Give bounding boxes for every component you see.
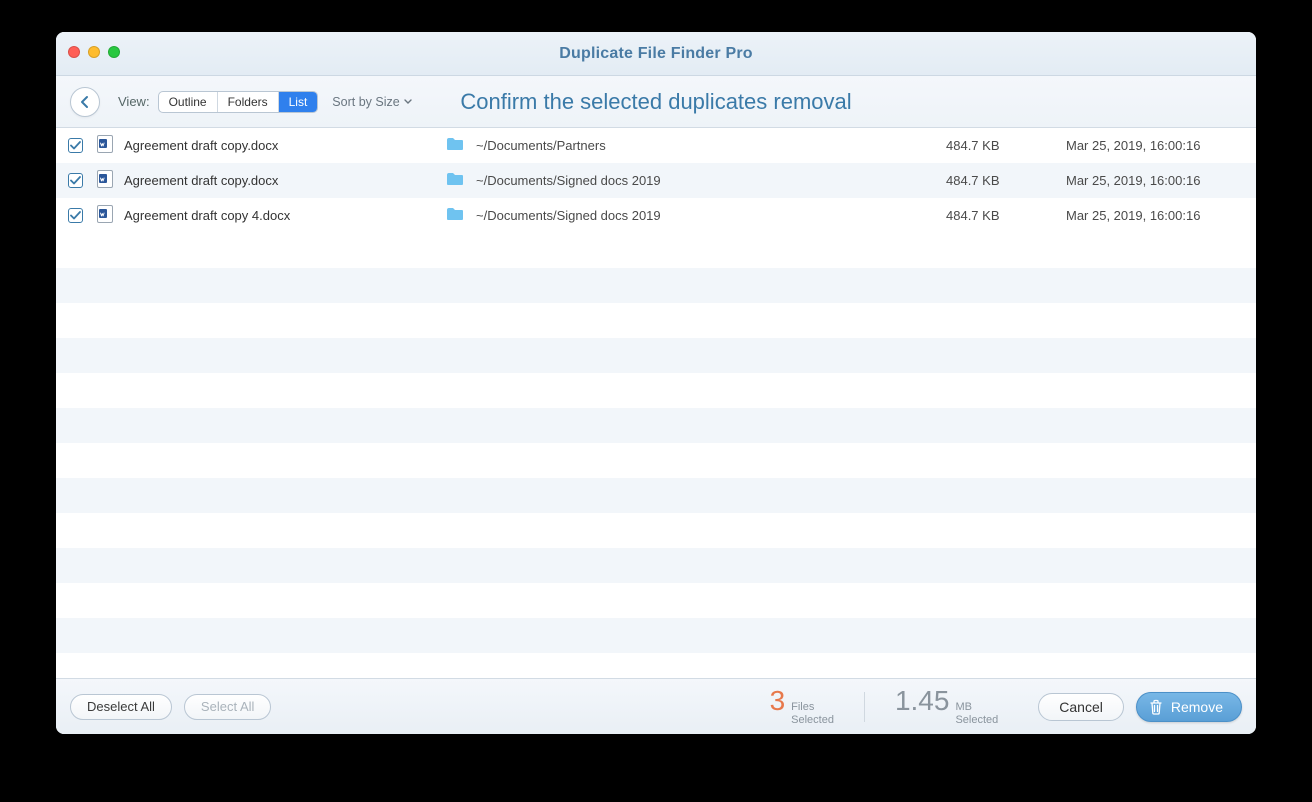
size-selected-stat: 1.45 MB Selected: [885, 687, 1008, 726]
trash-icon: [1149, 699, 1163, 715]
toolbar: View: Outline Folders List Sort by Size …: [56, 76, 1256, 128]
docx-file-icon: [97, 135, 113, 156]
row-checkbox[interactable]: [68, 138, 83, 153]
files-selected-count: 3: [770, 687, 786, 715]
file-name: Agreement draft copy.docx: [116, 173, 444, 188]
file-path: ~/Documents/Signed docs 2019: [466, 208, 946, 223]
close-window-button[interactable]: [68, 46, 80, 58]
minimize-window-button[interactable]: [88, 46, 100, 58]
sort-dropdown[interactable]: Sort by Size: [332, 95, 411, 109]
size-selected-value: 1.45: [895, 687, 950, 715]
docx-file-icon: [97, 205, 113, 226]
app-window: Duplicate File Finder Pro View: Outline …: [56, 32, 1256, 734]
file-size: 484.7 KB: [946, 173, 1066, 188]
chevron-left-icon: [80, 95, 90, 109]
files-unit-top: Files: [791, 701, 834, 714]
file-name: Agreement draft copy.docx: [116, 138, 444, 153]
select-all-button[interactable]: Select All: [184, 694, 271, 720]
footer: Deselect All Select All 3 Files Selected…: [56, 678, 1256, 734]
file-path: ~/Documents/Signed docs 2019: [466, 173, 946, 188]
folder-icon: [446, 137, 464, 154]
view-outline-tab[interactable]: Outline: [159, 92, 218, 112]
size-unit-bottom: Selected: [955, 714, 998, 727]
back-button[interactable]: [70, 87, 100, 117]
zoom-window-button[interactable]: [108, 46, 120, 58]
check-icon: [70, 176, 81, 185]
docx-file-icon: [97, 170, 113, 191]
window-controls: [68, 46, 120, 58]
view-label: View:: [118, 94, 150, 109]
file-name: Agreement draft copy 4.docx: [116, 208, 444, 223]
remove-button[interactable]: Remove: [1136, 692, 1242, 722]
folder-icon: [446, 207, 464, 224]
file-date: Mar 25, 2019, 16:00:16: [1066, 173, 1256, 188]
table-row[interactable]: Agreement draft copy 4.docx ~/Documents/…: [56, 198, 1256, 233]
sort-label: Sort by Size: [332, 95, 399, 109]
file-date: Mar 25, 2019, 16:00:16: [1066, 138, 1256, 153]
check-icon: [70, 141, 81, 150]
file-table: Agreement draft copy.docx ~/Documents/Pa…: [56, 128, 1256, 678]
file-size: 484.7 KB: [946, 138, 1066, 153]
divider: [864, 692, 865, 722]
size-unit-top: MB: [955, 701, 998, 714]
empty-rows: [56, 233, 1256, 678]
file-size: 484.7 KB: [946, 208, 1066, 223]
check-icon: [70, 211, 81, 220]
cancel-button[interactable]: Cancel: [1038, 693, 1124, 721]
file-date: Mar 25, 2019, 16:00:16: [1066, 208, 1256, 223]
titlebar: Duplicate File Finder Pro: [56, 32, 1256, 76]
files-selected-stat: 3 Files Selected: [760, 687, 844, 726]
deselect-all-button[interactable]: Deselect All: [70, 694, 172, 720]
folder-icon: [446, 172, 464, 189]
table-row[interactable]: Agreement draft copy.docx ~/Documents/Pa…: [56, 128, 1256, 163]
remove-label: Remove: [1171, 699, 1223, 715]
view-folders-tab[interactable]: Folders: [218, 92, 279, 112]
window-title: Duplicate File Finder Pro: [56, 45, 1256, 63]
chevron-down-icon: [404, 99, 412, 105]
view-list-tab[interactable]: List: [279, 92, 318, 112]
file-path: ~/Documents/Partners: [466, 138, 946, 153]
row-checkbox[interactable]: [68, 208, 83, 223]
table-row[interactable]: Agreement draft copy.docx ~/Documents/Si…: [56, 163, 1256, 198]
view-segmented-control: Outline Folders List: [158, 91, 319, 113]
files-unit-bottom: Selected: [791, 714, 834, 727]
row-checkbox[interactable]: [68, 173, 83, 188]
